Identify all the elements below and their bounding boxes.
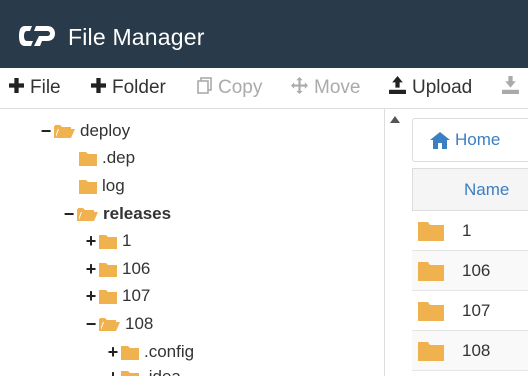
name-column-header[interactable]: Name xyxy=(464,180,509,200)
expand-icon[interactable]: + xyxy=(85,231,97,252)
home-icon xyxy=(430,131,450,149)
home-label: Home xyxy=(455,130,501,149)
collapse-icon[interactable]: − xyxy=(40,121,52,142)
tree-item-dep[interactable]: .dep xyxy=(79,144,135,172)
tree-item-label: deploy xyxy=(80,121,131,140)
folder-icon xyxy=(99,234,117,249)
tree-item-label: 107 xyxy=(122,286,151,305)
table-row[interactable]: 106 xyxy=(412,251,528,291)
tree-item-107[interactable]: + 107 xyxy=(85,282,151,310)
plus-icon xyxy=(9,77,24,99)
folder-icon xyxy=(418,301,444,321)
tree-item-idea[interactable]: + .idea xyxy=(107,363,181,376)
folder-icon xyxy=(418,341,444,361)
new-folder-label: Folder xyxy=(112,77,166,98)
upload-icon xyxy=(389,76,406,100)
tree-item-label: .idea xyxy=(144,367,181,376)
table-row[interactable]: 108 xyxy=(412,331,528,371)
tree-item-label: 1 xyxy=(122,231,132,250)
tree-item-106[interactable]: + 106 xyxy=(85,255,151,283)
tree-item-log[interactable]: log xyxy=(79,172,125,200)
app-title: File Manager xyxy=(68,24,205,50)
tree-item-releases[interactable]: − releases xyxy=(63,200,171,228)
folder-open-icon xyxy=(77,207,98,221)
expand-icon[interactable]: + xyxy=(107,342,119,363)
copy-button[interactable]: Copy xyxy=(197,68,262,108)
folder-tree: − deploy .dep log − releases + 1 + 106 +… xyxy=(0,109,384,376)
file-name: 107 xyxy=(462,300,491,320)
folder-icon xyxy=(418,261,444,281)
collapse-icon[interactable]: − xyxy=(85,314,97,335)
plus-icon xyxy=(91,77,106,99)
table-row[interactable]: 1 xyxy=(412,211,528,251)
folder-open-icon xyxy=(99,317,120,331)
expand-icon[interactable]: + xyxy=(107,367,119,376)
folder-icon xyxy=(79,179,97,194)
folder-icon xyxy=(79,151,97,166)
file-name: 1 xyxy=(462,220,472,240)
tree-item-1[interactable]: + 1 xyxy=(85,227,132,255)
scroll-up-icon[interactable] xyxy=(390,116,400,123)
move-button[interactable]: Move xyxy=(291,68,360,108)
new-file-button[interactable]: File xyxy=(9,68,61,108)
expand-icon[interactable]: + xyxy=(85,259,97,280)
new-file-label: File xyxy=(30,77,61,98)
app-header: File Manager xyxy=(0,0,528,68)
file-list-pane: Home Name 1 106 107 108 xyxy=(406,109,528,376)
tree-item-label: .dep xyxy=(102,148,136,167)
tree-item-108[interactable]: − 108 xyxy=(85,310,154,338)
tree-item-deploy[interactable]: − deploy xyxy=(40,117,130,145)
file-name: 106 xyxy=(462,260,491,280)
tree-item-config[interactable]: + .config xyxy=(107,338,194,366)
tree-scrollbar[interactable] xyxy=(384,109,407,376)
tree-item-label: log xyxy=(102,176,125,195)
copy-icon xyxy=(197,76,212,100)
folder-icon xyxy=(121,345,139,360)
folder-open-icon xyxy=(54,124,75,138)
folder-icon xyxy=(418,221,444,241)
cpanel-logo-icon xyxy=(19,26,55,46)
upload-label: Upload xyxy=(412,77,473,98)
tree-item-label: 106 xyxy=(122,259,151,278)
table-row[interactable]: 107 xyxy=(412,291,528,331)
move-label: Move xyxy=(314,77,361,98)
folder-icon xyxy=(99,262,117,277)
tree-item-label: .config xyxy=(144,342,195,361)
toolbar: File Folder Copy Move Upload xyxy=(0,68,528,109)
file-name: 108 xyxy=(462,340,491,360)
collapse-icon[interactable]: − xyxy=(63,204,75,225)
copy-label: Copy xyxy=(218,77,263,98)
folder-icon xyxy=(121,370,139,376)
download-icon xyxy=(502,76,519,100)
file-table: Name 1 106 107 108 xyxy=(412,168,528,371)
expand-icon[interactable]: + xyxy=(85,286,97,307)
download-button[interactable] xyxy=(502,68,525,108)
table-header: Name xyxy=(412,168,528,211)
tree-item-label: 108 xyxy=(125,314,154,333)
move-arrows-icon xyxy=(291,76,308,100)
home-button[interactable]: Home xyxy=(412,118,528,162)
upload-button[interactable]: Upload xyxy=(389,68,472,108)
folder-icon xyxy=(99,289,117,304)
new-folder-button[interactable]: Folder xyxy=(91,68,166,108)
tree-item-label: releases xyxy=(103,204,172,223)
